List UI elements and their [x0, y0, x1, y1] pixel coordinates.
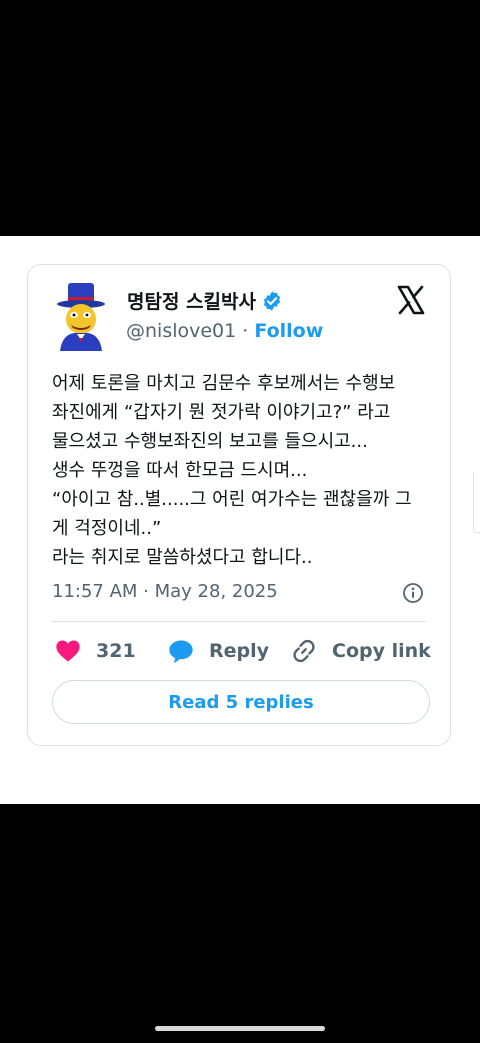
read-replies-button[interactable]: Read 5 replies	[52, 680, 430, 724]
handle[interactable]: @nislove01	[126, 320, 236, 342]
screenshot-band: 명탐정 스킬박사 @nislove01 · Follow 어제 토론을 마치고 …	[0, 236, 480, 804]
avatar[interactable]	[52, 283, 110, 351]
reply-bubble-icon	[169, 640, 193, 664]
handle-row: @nislove01 · Follow	[126, 320, 323, 342]
tweet-card: 명탐정 스킬박사 @nislove01 · Follow 어제 토론을 마치고 …	[27, 264, 451, 746]
home-indicator[interactable]	[155, 1026, 325, 1031]
tweet-timestamp[interactable]: 11:57 AM · May 28, 2025	[52, 581, 278, 602]
tweet-text: 어제 토론을 마치고 김문수 후보께서는 수행보 좌진에게 “갑자기 뭔 젓가락…	[52, 373, 412, 568]
name-row: 명탐정 스킬박사	[127, 287, 283, 314]
follow-button[interactable]: Follow	[254, 320, 323, 342]
display-name[interactable]: 명탐정 스킬박사	[127, 287, 256, 314]
separator-dot: ·	[242, 320, 249, 342]
copy-link-label: Copy link	[332, 640, 431, 662]
reply-button[interactable]: Reply	[167, 637, 269, 665]
scrollbar-mark	[473, 472, 480, 533]
verified-badge-icon	[263, 290, 281, 311]
link-icon	[293, 639, 315, 663]
top-black-area	[0, 0, 480, 236]
divider	[52, 621, 426, 622]
info-icon[interactable]	[402, 582, 424, 604]
like-count: 321	[96, 640, 136, 662]
heart-icon	[56, 640, 80, 662]
copy-link-button[interactable]: Copy link	[290, 637, 431, 665]
reply-label: Reply	[209, 640, 270, 662]
like-button[interactable]: 321	[54, 637, 136, 665]
action-bar: 321 Reply Copy link	[52, 637, 432, 667]
x-logo-icon[interactable]	[396, 285, 426, 315]
